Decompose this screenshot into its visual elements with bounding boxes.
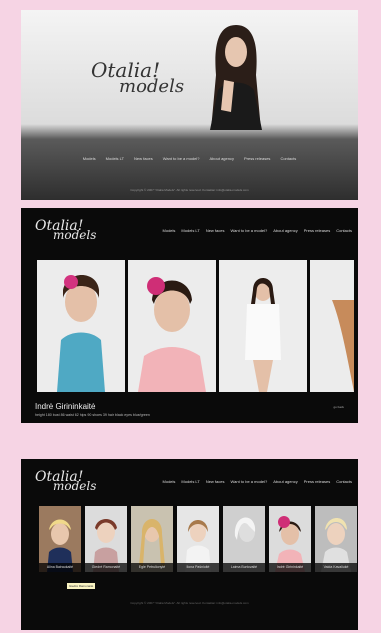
thumbnail-tooltip: Giedrė Ramonaitė [67,583,96,589]
footer-text: Copyright © 2007 "Otalia Models". All ri… [130,188,249,192]
thumbnail-caption: Indrė Girininkaitė [269,563,311,572]
nav-contacts[interactable]: Contacts [280,156,296,161]
thumbnail-caption: Laima Burtovaitė [223,563,265,572]
logo-text-line2: models [119,76,185,97]
gallery-photo[interactable] [37,260,125,392]
nav-models[interactable]: Models [163,228,176,233]
model-thumbnail[interactable]: Alina Bairaukaitė [39,506,81,572]
nav-press-releases[interactable]: Press releases [304,228,330,233]
nav-models-lt[interactable]: Models LT [106,156,124,161]
thumbnail-caption: Ilona Pašnioitė [177,563,219,572]
model-thumbnail[interactable]: Laima Burtovaitė [223,506,265,572]
model-thumbnail[interactable]: Egle Petrulionytė [131,506,173,572]
model-thumbnail[interactable]: Giedrė Ramonaitė [85,506,127,572]
thumbnail-caption: Vaida Kavaliukė [315,563,357,572]
nav-want-to-be-model[interactable]: Want to be a model? [163,156,200,161]
nav-new-faces[interactable]: New faces [134,156,153,161]
nav-want-to-be-model[interactable]: Want to be a model? [231,479,268,484]
model-name: Indrė Girininkaitė [35,402,96,411]
nav-new-faces[interactable]: New faces [206,479,225,484]
gallery-photo[interactable] [310,260,354,392]
nav-press-releases[interactable]: Press releases [244,156,270,161]
nav-want-to-be-model[interactable]: Want to be a model? [231,228,268,233]
nav-about-agency[interactable]: About agency [273,228,297,233]
nav-new-faces[interactable]: New faces [206,228,225,233]
thumbnail-caption: Giedrė Ramonaitė [85,563,127,572]
model-thumbnail[interactable]: Indrė Girininkaitė [269,506,311,572]
models-list-screenshot: Otalia! models Models Models LT New face… [21,459,358,630]
go-back-link[interactable]: go back [333,405,344,409]
nav-contacts[interactable]: Contacts [336,479,352,484]
logo-text-line2: models [53,228,97,242]
nav-models-lt[interactable]: Models LT [181,479,199,484]
gallery-photo[interactable] [128,260,216,392]
main-nav: Models Models LT New faces Want to be a … [21,156,358,161]
model-thumbnail-grid: Alina Bairaukaitė Giedrė Ramonaitė Egle … [39,506,357,572]
logo-text-line2: models [53,479,97,493]
homepage-screenshot: Otalia! models Models Models LT New face… [21,10,358,200]
nav-models[interactable]: Models [83,156,96,161]
model-measurements: height 180 bust 86 waist 62 hips 90 shoe… [35,413,150,417]
nav-contacts[interactable]: Contacts [336,228,352,233]
model-thumbnail[interactable]: Vaida Kavaliukė [315,506,357,572]
nav-models-lt[interactable]: Models LT [181,228,199,233]
nav-about-agency[interactable]: About agency [273,479,297,484]
model-portrait-image [210,25,262,130]
otalia-logo[interactable]: Otalia! models [91,58,184,97]
photo-gallery[interactable] [37,260,358,392]
nav-press-releases[interactable]: Press releases [304,479,330,484]
footer-text: Copyright © 2007 "Otalia Models". All ri… [130,601,249,605]
otalia-logo[interactable]: Otalia! models [35,218,96,242]
otalia-logo[interactable]: Otalia! models [35,469,96,493]
nav-models[interactable]: Models [163,479,176,484]
gallery-photo[interactable] [219,260,307,392]
main-nav: Models Models LT New faces Want to be a … [163,228,352,233]
model-detail-screenshot: Otalia! models Models Models LT New face… [21,208,358,423]
thumbnail-caption: Alina Bairaukaitė [39,563,81,572]
nav-about-agency[interactable]: About agency [210,156,234,161]
main-nav: Models Models LT New faces Want to be a … [163,479,352,484]
model-thumbnail[interactable]: Ilona Pašnioitė [177,506,219,572]
thumbnail-caption: Egle Petrulionytė [131,563,173,572]
